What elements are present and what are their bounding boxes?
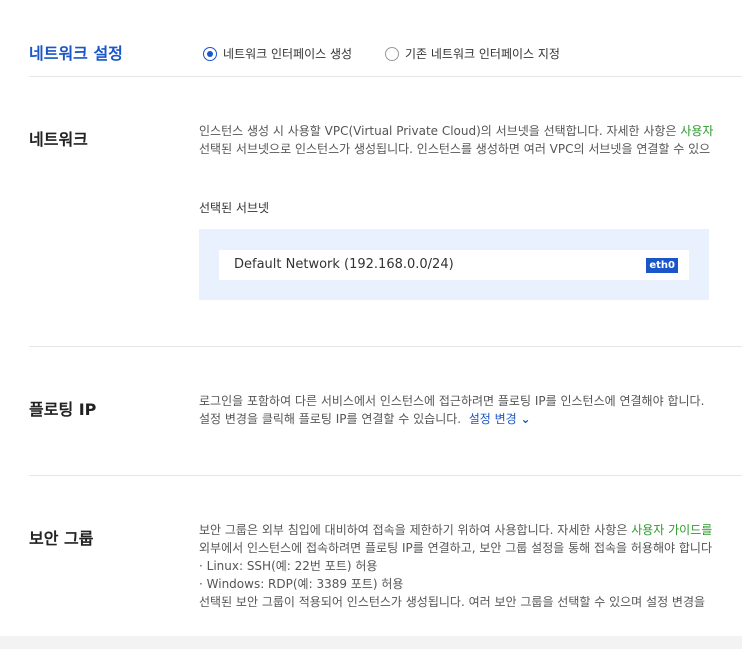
radio-create-interface[interactable] [203,46,217,61]
network-description-line2: 선택된 서브넷으로 인스턴스가 생성됩니다. 인스턴스를 생성하면 여러 VPC… [199,142,711,156]
create-interface-option[interactable]: 네트워크 인터페이스 생성 [203,43,352,62]
security-group-description-line1: 보안 그룹은 외부 침입에 대비하여 접속을 제한하기 위하여 사용합니다. 자… [199,523,713,537]
security-group-description-line2: 외부에서 인스턴스에 접속하려면 플로팅 IP를 연결하고, 보안 그룹 설정을… [199,541,713,555]
create-interface-label: 네트워크 인터페이스 생성 [223,47,353,61]
interface-badge: eth0 [646,258,678,273]
radio-existing-interface[interactable] [385,46,399,61]
settings-change-link[interactable]: 설정 변경 [469,412,517,426]
security-user-guide-link[interactable]: 사용자 가이드를 [631,523,712,537]
chevron-down-icon[interactable]: ⌄ [521,412,531,426]
security-group-description-line5: 선택된 보안 그룹이 적용되어 인스턴스가 생성됩니다. 여러 보안 그룹을 선… [199,595,706,609]
floating-ip-title: 플로팅 IP [29,400,97,419]
divider [29,346,742,347]
footer-bar [0,636,742,649]
divider [29,76,742,77]
network-settings-title: 네트워크 설정 [29,44,123,63]
selected-subnet-label: 선택된 서브넷 [199,201,270,215]
security-group-title: 보안 그룹 [29,529,94,548]
floating-ip-description-line2: 설정 변경을 클릭해 플로팅 IP를 연결할 수 있습니다. 설정 변경 ⌄ [199,412,531,426]
existing-interface-option[interactable]: 기존 네트워크 인터페이스 지정 [385,43,560,62]
selected-subnet-box: Default Network (192.168.0.0/24) eth0 [199,229,709,300]
network-description-line1: 인스턴스 생성 시 사용할 VPC(Virtual Private Cloud)… [199,124,714,138]
subnet-item[interactable]: Default Network (192.168.0.0/24) eth0 [219,250,689,280]
user-guide-link[interactable]: 사용자 [680,124,713,138]
network-section-title: 네트워크 [29,130,88,149]
existing-interface-label: 기존 네트워크 인터페이스 지정 [405,47,560,61]
floating-ip-description-line1: 로그인을 포함하여 다른 서비스에서 인스턴스에 접근하려면 플로팅 IP를 인… [199,394,705,408]
security-group-windows-note: · Windows: RDP(예: 3389 포트) 허용 [199,577,404,591]
divider [29,475,742,476]
security-group-linux-note: · Linux: SSH(예: 22번 포트) 허용 [199,559,378,573]
subnet-name: Default Network (192.168.0.0/24) [234,257,454,272]
